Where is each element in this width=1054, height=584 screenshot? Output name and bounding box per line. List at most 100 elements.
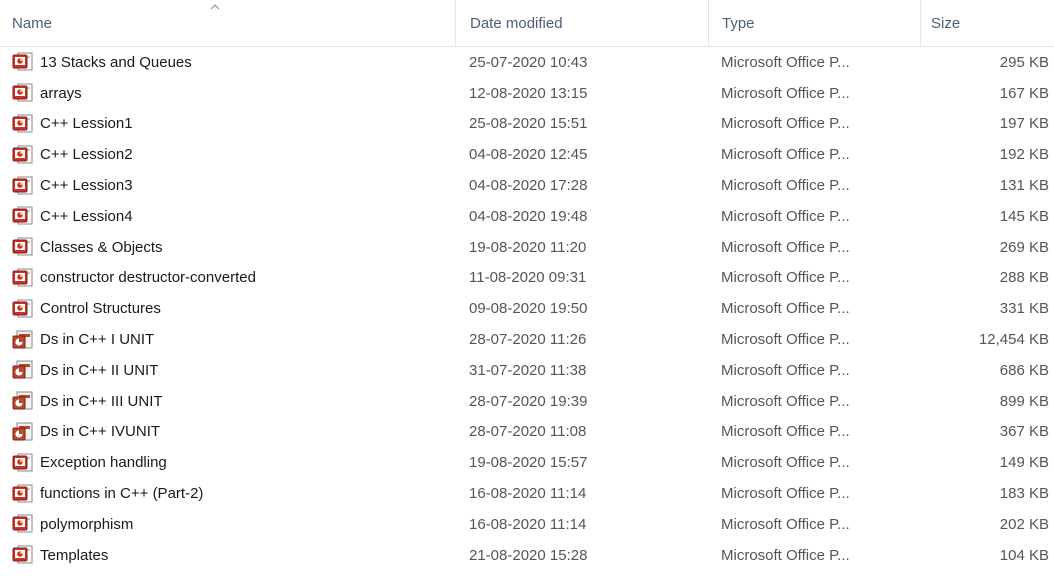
file-size: 12,454 KB	[978, 331, 1049, 349]
file-type: Microsoft Office P...	[721, 485, 850, 503]
date-modified: 11-08-2020 09:31	[469, 269, 587, 287]
file-row[interactable]: C++ Lession4 04-08-2020 19:48 Microsoft Of…	[0, 201, 1054, 232]
date-modified: 09-08-2020 19:50	[469, 300, 588, 318]
pptx-file-icon	[12, 360, 34, 380]
file-type: Microsoft Office P...	[721, 454, 850, 472]
file-row[interactable]: Classes & Objects 19-08-2020 11:20 Microso…	[0, 232, 1054, 263]
file-name-cell[interactable]: C++ Lession3	[12, 170, 133, 201]
column-header-type[interactable]: Type	[708, 0, 920, 46]
file-name: constructor destructor-converted	[40, 269, 256, 287]
file-type: Microsoft Office P...	[721, 546, 850, 564]
file-row[interactable]: Ds in C++ III UNIT 28-07-2020 19:39 Micros…	[0, 386, 1054, 417]
file-type: Microsoft Office P...	[721, 53, 850, 71]
date-modified: 04-08-2020 19:48	[469, 207, 588, 225]
file-name-cell[interactable]: 13 Stacks and Queues	[12, 47, 192, 78]
ppt-file-icon	[12, 52, 34, 72]
date-modified: 19-08-2020 11:20	[469, 238, 587, 256]
file-row[interactable]: polymorphism 16-08-2020 11:14 Microsoft Of…	[0, 509, 1054, 540]
column-header-row: Name Date modified Type Size	[0, 0, 1054, 47]
file-size: 145 KB	[999, 207, 1049, 225]
file-type: Microsoft Office P...	[721, 177, 850, 195]
file-type: Microsoft Office P...	[721, 331, 850, 349]
date-modified: 16-08-2020 11:14	[469, 485, 587, 503]
file-name-cell[interactable]: Ds in C++ III UNIT	[12, 386, 163, 417]
file-size: 331 KB	[999, 300, 1049, 318]
file-size: 367 KB	[999, 423, 1049, 441]
file-name: Classes & Objects	[40, 238, 163, 256]
file-row[interactable]: Templates 21-08-2020 15:28 Microsoft Offic…	[0, 540, 1054, 571]
file-type: Microsoft Office P...	[721, 115, 850, 133]
pptx-file-icon	[12, 391, 34, 411]
ppt-file-icon	[12, 114, 34, 134]
date-modified: 28-07-2020 11:26	[469, 331, 587, 349]
file-name-cell[interactable]: C++ Lession1	[12, 109, 133, 140]
file-name-cell[interactable]: Exception handling	[12, 447, 167, 478]
file-name-cell[interactable]: Ds in C++ II UNIT	[12, 355, 158, 386]
file-size: 183 KB	[999, 485, 1049, 503]
date-modified: 31-07-2020 11:38	[469, 361, 587, 379]
column-header-name[interactable]: Name	[12, 0, 455, 46]
ppt-file-icon	[12, 83, 34, 103]
file-name-cell[interactable]: Templates	[12, 540, 108, 571]
file-name-cell[interactable]: Classes & Objects	[12, 232, 163, 263]
file-list: 13 Stacks and Queues 25-07-2020 10:43 Micr…	[0, 47, 1054, 571]
file-row[interactable]: constructor destructor-converted 11-08-20…	[0, 263, 1054, 294]
file-name: Exception handling	[40, 454, 167, 472]
ppt-file-icon	[12, 268, 34, 288]
file-name-cell[interactable]: Ds in C++ IVUNIT	[12, 417, 160, 448]
date-modified: 12-08-2020 13:15	[469, 84, 588, 102]
file-name-cell[interactable]: Control Structures	[12, 293, 161, 324]
file-name: 13 Stacks and Queues	[40, 53, 192, 71]
file-size: 192 KB	[999, 146, 1049, 164]
file-size: 149 KB	[999, 454, 1049, 472]
file-type: Microsoft Office P...	[721, 515, 850, 533]
date-modified: 04-08-2020 12:45	[469, 146, 588, 164]
ppt-file-icon	[12, 453, 34, 473]
file-size: 202 KB	[999, 515, 1049, 533]
pptx-file-icon	[12, 422, 34, 442]
file-name-cell[interactable]: C++ Lession2	[12, 139, 133, 170]
column-header-size[interactable]: Size	[920, 0, 1054, 46]
file-name-cell[interactable]: polymorphism	[12, 509, 133, 540]
file-row[interactable]: Control Structures 09-08-2020 19:50 Micros…	[0, 293, 1054, 324]
file-type: Microsoft Office P...	[721, 84, 850, 102]
date-modified: 25-07-2020 10:43	[469, 53, 588, 71]
file-row[interactable]: arrays 12-08-2020 13:15 Microsoft Office P…	[0, 78, 1054, 109]
file-name: Control Structures	[40, 300, 161, 318]
date-modified: 16-08-2020 11:14	[469, 515, 587, 533]
file-name: Ds in C++ III UNIT	[40, 392, 163, 410]
file-name-cell[interactable]: arrays	[12, 78, 82, 109]
file-row[interactable]: functions in C++ (Part-2) 16-08-2020 11:1…	[0, 478, 1054, 509]
file-size: 104 KB	[999, 546, 1049, 564]
file-size: 167 KB	[999, 84, 1049, 102]
file-type: Microsoft Office P...	[721, 207, 850, 225]
file-row[interactable]: Ds in C++ I UNIT 28-07-2020 11:26 Microsof…	[0, 324, 1054, 355]
ppt-file-icon	[12, 299, 34, 319]
file-name: C++ Lession1	[40, 115, 133, 133]
file-row[interactable]: 13 Stacks and Queues 25-07-2020 10:43 Micr…	[0, 47, 1054, 78]
file-size: 269 KB	[999, 238, 1049, 256]
file-type: Microsoft Office P...	[721, 269, 850, 287]
ppt-file-icon	[12, 237, 34, 257]
file-size: 899 KB	[999, 392, 1049, 410]
file-row[interactable]: Ds in C++ IVUNIT 28-07-2020 11:08 Microsof…	[0, 417, 1054, 448]
file-name-cell[interactable]: C++ Lession4	[12, 201, 133, 232]
file-name-cell[interactable]: constructor destructor-converted	[12, 263, 256, 294]
file-size: 686 KB	[999, 361, 1049, 379]
file-name-cell[interactable]: functions in C++ (Part-2)	[12, 478, 203, 509]
date-modified: 28-07-2020 11:08	[469, 423, 587, 441]
file-name-cell[interactable]: Ds in C++ I UNIT	[12, 324, 154, 355]
file-row[interactable]: C++ Lession3 04-08-2020 17:28 Microsoft Of…	[0, 170, 1054, 201]
file-type: Microsoft Office P...	[721, 423, 850, 441]
file-name: arrays	[40, 84, 82, 102]
date-modified: 19-08-2020 15:57	[469, 454, 588, 472]
file-row[interactable]: Exception handling 19-08-2020 15:57 Micros…	[0, 447, 1054, 478]
file-row[interactable]: C++ Lession2 04-08-2020 12:45 Microsoft Of…	[0, 139, 1054, 170]
file-type: Microsoft Office P...	[721, 146, 850, 164]
column-header-date-modified[interactable]: Date modified	[455, 0, 708, 46]
pptx-file-icon	[12, 330, 34, 350]
file-row[interactable]: C++ Lession1 25-08-2020 15:51 Microsoft Of…	[0, 109, 1054, 140]
file-row[interactable]: Ds in C++ II UNIT 31-07-2020 11:38 Microso…	[0, 355, 1054, 386]
file-name: Ds in C++ IVUNIT	[40, 423, 161, 441]
file-name: Ds in C++ II UNIT	[40, 361, 159, 379]
